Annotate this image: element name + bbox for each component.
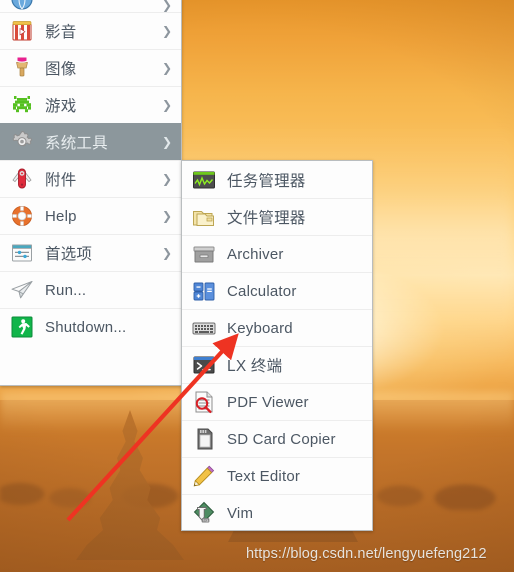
vim-icon: EDIT	[191, 500, 217, 526]
chevron-right-icon: ❯	[161, 98, 172, 112]
sd-card-icon	[191, 426, 217, 452]
main-menu-item-2[interactable]: 图像 ❯	[0, 49, 181, 86]
chevron-right-icon: ❯	[161, 209, 172, 223]
graphics-paintbrush-icon	[9, 55, 35, 81]
preferences-sliders-icon	[9, 240, 35, 266]
text-editor-pencil-icon	[191, 463, 217, 489]
chevron-right-icon: ❯	[161, 0, 172, 12]
calculator-icon	[191, 278, 217, 304]
archiver-box-icon	[191, 241, 217, 267]
main-menu-item-label: 图像	[45, 61, 77, 78]
main-menu-item-1[interactable]: 影音 ❯	[0, 12, 181, 49]
main-menu-item-label: 影音	[45, 24, 77, 41]
main-menu-item-7[interactable]: 首选项 ❯	[0, 234, 181, 271]
keyboard-icon	[191, 315, 217, 341]
main-menu-item-label: Help	[45, 207, 77, 225]
sub-menu-item-label: SD Card Copier	[227, 430, 336, 448]
screen: ❯ 影音 ❯ 图像 ❯ 游戏 ❯ 系统工具 ❯ 附件 ❯ Help ❯ 首选项 ❯ Run... Shutdow…	[0, 0, 514, 572]
main-menu-item-4[interactable]: 系统工具 ❯	[0, 123, 181, 160]
sub-menu-item-label: 任务管理器	[227, 172, 306, 190]
sub-menu-item-3[interactable]: Calculator	[182, 272, 372, 309]
main-menu-item-label: Run...	[45, 281, 87, 299]
main-menu-item-label: 附件	[45, 172, 77, 189]
run-paper-plane-icon	[9, 277, 35, 303]
main-menu-item-9[interactable]: Shutdown...	[0, 308, 181, 345]
main-menu-item-5[interactable]: 附件 ❯	[0, 160, 181, 197]
file-manager-folder-icon	[191, 204, 217, 230]
sub-menu-item-label: Calculator	[227, 282, 297, 300]
main-menu-item-0[interactable]: ❯	[0, 0, 181, 12]
multimedia-icon	[9, 18, 35, 44]
games-invader-icon	[9, 92, 35, 118]
shutdown-exit-icon	[9, 314, 35, 340]
sub-menu-item-label: Text Editor	[227, 467, 301, 485]
chevron-right-icon: ❯	[161, 24, 172, 38]
main-menu-item-3[interactable]: 游戏 ❯	[0, 86, 181, 123]
main-menu-item-label: Shutdown...	[45, 318, 127, 336]
sub-menu-item-9[interactable]: EDIT Vim	[182, 494, 372, 531]
main-menu-item-6[interactable]: Help ❯	[0, 197, 181, 234]
accessories-submenu[interactable]: 任务管理器文件管理器 Archiver Calculator Keyboard LX 终…	[181, 160, 373, 531]
help-lifebuoy-icon	[9, 203, 35, 229]
main-menu-item-8[interactable]: Run...	[0, 271, 181, 308]
svg-text:EDIT: EDIT	[202, 519, 209, 523]
globe-internet-icon	[9, 0, 35, 12]
accessories-swiss-knife-icon	[9, 166, 35, 192]
main-menu-item-label: 首选项	[45, 246, 93, 263]
terminal-icon	[191, 352, 217, 378]
sub-menu-item-1[interactable]: 文件管理器	[182, 198, 372, 235]
sub-menu-item-label: LX 终端	[227, 358, 283, 375]
sub-menu-item-2[interactable]: Archiver	[182, 235, 372, 272]
chevron-right-icon: ❯	[161, 61, 172, 75]
chevron-right-icon: ❯	[161, 135, 172, 149]
watermark-url: https://blog.csdn.net/lengyuefeng212	[246, 546, 487, 562]
sub-menu-item-label: Keyboard	[227, 319, 293, 337]
sub-menu-item-label: Archiver	[227, 245, 284, 263]
application-menu[interactable]: ❯ 影音 ❯ 图像 ❯ 游戏 ❯ 系统工具 ❯ 附件 ❯ Help ❯ 首选项 ❯ Run... Shutdow…	[0, 0, 182, 386]
sub-menu-item-8[interactable]: Text Editor	[182, 457, 372, 494]
task-manager-icon	[191, 167, 217, 193]
sub-menu-item-label: PDF Viewer	[227, 393, 309, 411]
sub-menu-item-6[interactable]: PDF Viewer	[182, 383, 372, 420]
sub-menu-item-7[interactable]: SD Card Copier	[182, 420, 372, 457]
sub-menu-item-0[interactable]: 任务管理器	[182, 161, 372, 198]
sub-menu-item-label: Vim	[227, 504, 254, 522]
sub-menu-item-5[interactable]: LX 终端	[182, 346, 372, 383]
chevron-right-icon: ❯	[161, 172, 172, 186]
chevron-right-icon: ❯	[161, 246, 172, 260]
pdf-viewer-icon	[191, 389, 217, 415]
system-tools-gear-icon	[9, 129, 35, 155]
sub-menu-item-label: 文件管理器	[227, 210, 306, 227]
sub-menu-item-4[interactable]: Keyboard	[182, 309, 372, 346]
main-menu-item-label: 游戏	[45, 98, 77, 115]
main-menu-item-label: 系统工具	[45, 135, 108, 152]
